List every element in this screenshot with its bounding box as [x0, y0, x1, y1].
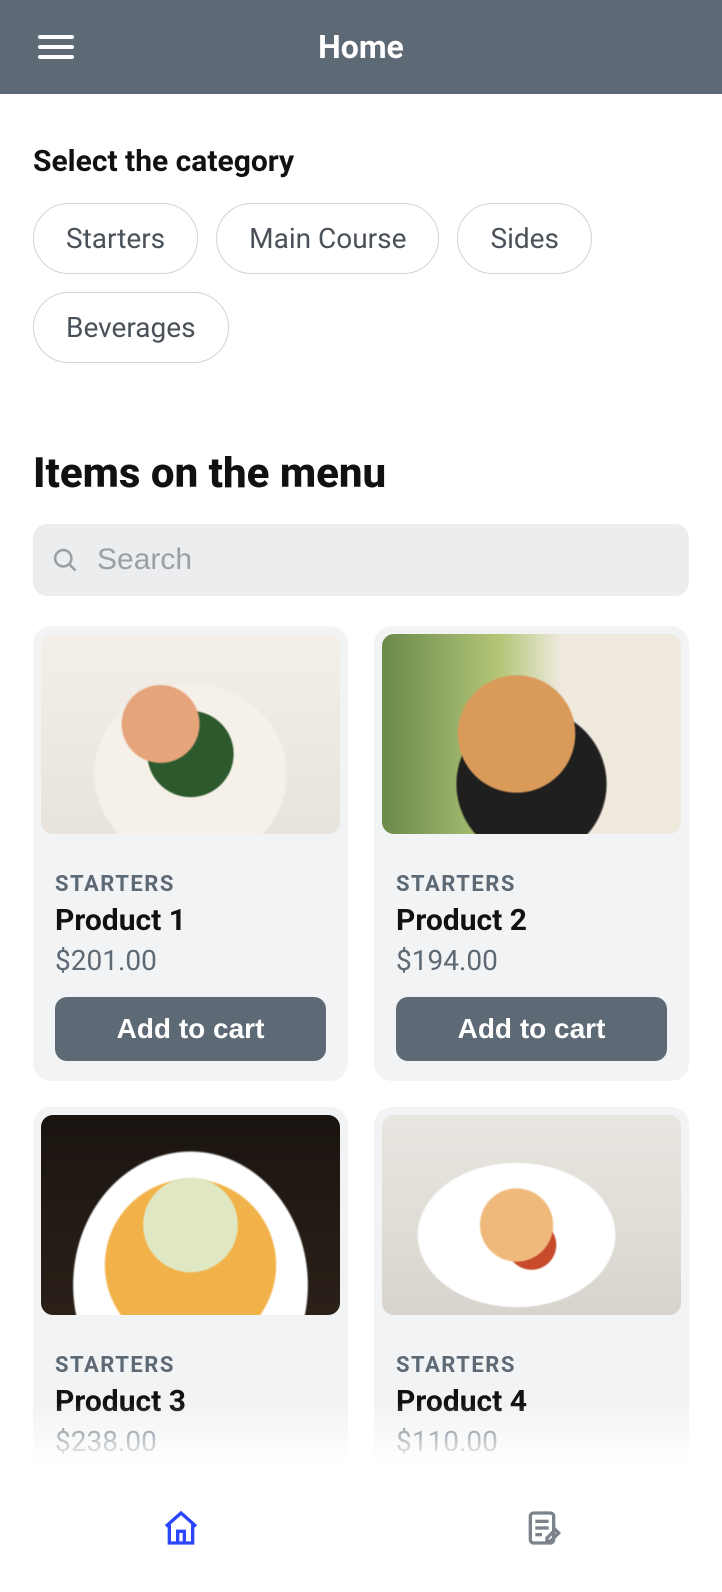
search-icon [51, 546, 79, 574]
add-to-cart-button[interactable]: Add to cart [55, 997, 326, 1061]
product-card[interactable]: STARTERS Product 2 $194.00 Add to cart [374, 626, 689, 1081]
product-price: $201.00 [55, 944, 326, 977]
product-image [382, 1115, 681, 1315]
page-title: Home [318, 28, 404, 66]
product-category: STARTERS [396, 872, 667, 897]
product-card[interactable]: STARTERS Product 1 $201.00 Add to cart [33, 626, 348, 1081]
nav-orders[interactable] [361, 1464, 722, 1592]
product-name: Product 3 [55, 1384, 326, 1419]
product-image [41, 1115, 340, 1315]
product-price: $194.00 [396, 944, 667, 977]
product-grid: STARTERS Product 1 $201.00 Add to cart S… [33, 626, 689, 1478]
category-chip-sides[interactable]: Sides [457, 203, 592, 274]
product-card[interactable]: STARTERS Product 4 $110.00 [374, 1107, 689, 1478]
product-category: STARTERS [55, 1353, 326, 1378]
document-edit-icon [522, 1508, 562, 1548]
product-name: Product 1 [55, 903, 326, 938]
top-bar: Home [0, 0, 722, 94]
search-field[interactable] [33, 524, 689, 596]
product-name: Product 4 [396, 1384, 667, 1419]
product-image [382, 634, 681, 834]
product-name: Product 2 [396, 903, 667, 938]
product-price: $238.00 [55, 1425, 326, 1458]
product-price: $110.00 [396, 1425, 667, 1458]
category-chip-starters[interactable]: Starters [33, 203, 198, 274]
home-icon [161, 1508, 201, 1548]
category-label: Select the category [33, 144, 689, 179]
category-chip-main-course[interactable]: Main Course [216, 203, 439, 274]
bottom-nav [0, 1464, 722, 1592]
category-chip-row: Starters Main Course Sides Beverages [33, 203, 689, 363]
category-chip-beverages[interactable]: Beverages [33, 292, 229, 363]
product-category: STARTERS [396, 1353, 667, 1378]
menu-icon[interactable] [38, 29, 74, 65]
items-heading: Items on the menu [33, 449, 689, 498]
add-to-cart-button[interactable]: Add to cart [396, 997, 667, 1061]
product-image [41, 634, 340, 834]
product-category: STARTERS [55, 872, 326, 897]
product-card[interactable]: STARTERS Product 3 $238.00 [33, 1107, 348, 1478]
nav-home[interactable] [0, 1464, 361, 1592]
search-input[interactable] [97, 543, 671, 577]
